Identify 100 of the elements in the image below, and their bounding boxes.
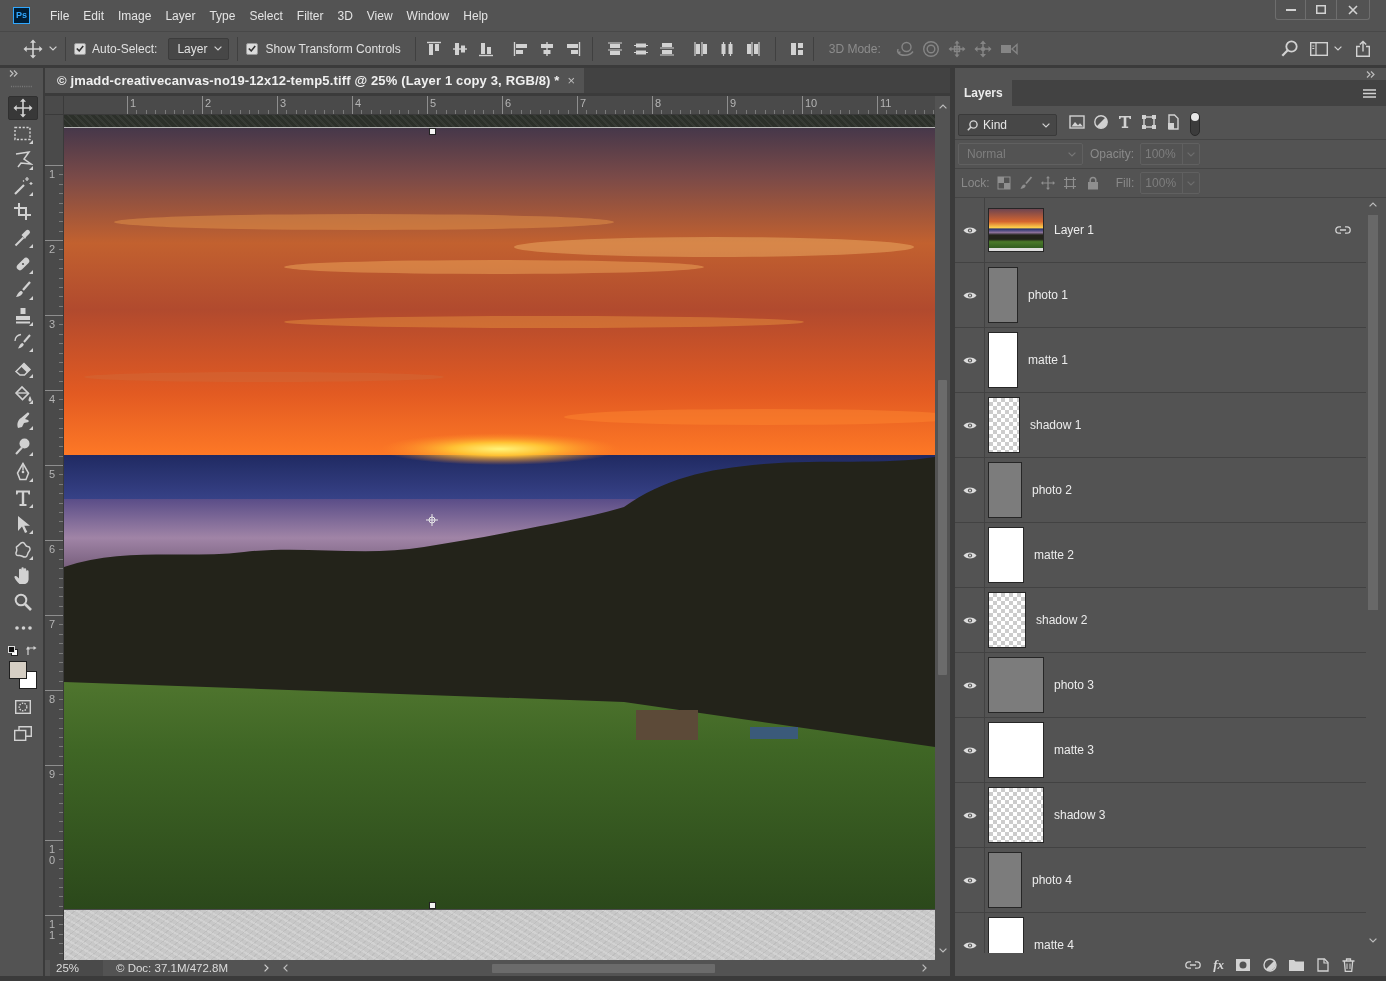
ruler-number: 1 bbox=[48, 167, 56, 180]
swap-arrows-icon[interactable] bbox=[26, 645, 37, 656]
caret-icon[interactable] bbox=[1334, 46, 1342, 51]
scrollbar-thumb[interactable] bbox=[938, 380, 947, 675]
ruler-number: 7 bbox=[579, 98, 587, 109]
share-icon[interactable] bbox=[1355, 40, 1371, 57]
quick-mask-icon[interactable] bbox=[15, 700, 31, 714]
mask-icon[interactable] bbox=[1236, 958, 1250, 971]
auto-select-target-dropdown[interactable]: Layer bbox=[168, 37, 230, 60]
type-icon[interactable] bbox=[1117, 114, 1133, 130]
menu-item[interactable]: Layer bbox=[158, 5, 203, 26]
menu-item[interactable]: 3D bbox=[330, 5, 360, 26]
caret-icon bbox=[1042, 122, 1050, 128]
distribute-bottom-icon[interactable] bbox=[658, 40, 675, 57]
auto-select-checkbox[interactable] bbox=[74, 42, 86, 55]
collapse-icon[interactable] bbox=[9, 70, 18, 77]
menu-item[interactable]: Help bbox=[456, 5, 495, 26]
chevron-up-icon[interactable] bbox=[1369, 202, 1377, 207]
eyedropper-icon bbox=[13, 228, 33, 248]
caret-icon bbox=[1187, 180, 1196, 186]
maximize-button[interactable] bbox=[1306, 0, 1337, 20]
move-tool[interactable] bbox=[8, 96, 38, 120]
layer-name: shadow 3 bbox=[1054, 808, 1106, 822]
caret-icon bbox=[1068, 151, 1076, 157]
workspace-icon[interactable] bbox=[1310, 41, 1328, 56]
new-layer-icon[interactable] bbox=[1317, 957, 1329, 972]
ruler-number: 5 bbox=[48, 467, 56, 480]
menu-item[interactable]: View bbox=[359, 5, 400, 26]
shape-icon[interactable] bbox=[1141, 114, 1157, 130]
chevron-down-icon[interactable] bbox=[1369, 938, 1377, 943]
distribute-top-icon[interactable] bbox=[606, 40, 623, 57]
ellipsis-icon bbox=[14, 626, 32, 630]
menu-item[interactable]: Filter bbox=[289, 5, 331, 26]
align-bottom-icon[interactable] bbox=[477, 40, 494, 57]
ruler-number: 2 bbox=[204, 98, 212, 109]
crop-icon bbox=[13, 202, 33, 222]
screen-mode-icon[interactable] bbox=[14, 726, 32, 741]
layer-name: matte 4 bbox=[1034, 938, 1075, 952]
scrollbar-thumb[interactable] bbox=[492, 963, 715, 973]
auto-align-icon[interactable] bbox=[788, 40, 805, 57]
layer-name: matte 3 bbox=[1054, 743, 1095, 757]
align-vertical-centers-icon[interactable] bbox=[451, 40, 468, 57]
trash-icon[interactable] bbox=[1342, 957, 1355, 972]
transform-handle[interactable] bbox=[429, 902, 436, 909]
reference-point-icon[interactable] bbox=[426, 514, 438, 526]
align-top-icon[interactable] bbox=[425, 40, 442, 57]
collapse-icon[interactable] bbox=[1366, 70, 1375, 78]
menu-item[interactable]: Window bbox=[399, 5, 457, 26]
show-transform-controls-label: Show Transform Controls bbox=[265, 41, 401, 56]
chevron-down-icon[interactable] bbox=[938, 948, 947, 953]
brush-icon bbox=[13, 280, 33, 300]
close-button[interactable] bbox=[1337, 0, 1370, 20]
maximize-icon bbox=[1316, 5, 1326, 14]
color-swatch-icon[interactable] bbox=[9, 661, 37, 689]
zoom-field[interactable]: 25% bbox=[50, 960, 103, 976]
layer-thumbnail bbox=[988, 722, 1044, 778]
menu-item[interactable]: Edit bbox=[76, 5, 112, 26]
chevron-right-icon[interactable] bbox=[922, 964, 927, 972]
close-tab-button[interactable]: × bbox=[567, 74, 576, 87]
menu-item[interactable]: File bbox=[43, 5, 77, 26]
layer-name: matte 2 bbox=[1034, 548, 1075, 562]
layer-thumbnail bbox=[988, 657, 1044, 713]
menu-item[interactable]: Image bbox=[111, 5, 159, 26]
checkmark-icon bbox=[248, 45, 257, 52]
document-icon[interactable] bbox=[1165, 114, 1181, 130]
image-icon[interactable] bbox=[1069, 114, 1085, 130]
zoom-icon bbox=[13, 592, 33, 612]
distribute-left-icon[interactable] bbox=[692, 40, 709, 57]
chevron-left-icon[interactable] bbox=[283, 964, 288, 972]
link-icon[interactable] bbox=[1185, 960, 1202, 969]
layer-name: photo 4 bbox=[1032, 873, 1073, 887]
layer-thumbnail bbox=[988, 462, 1022, 518]
menu-icon[interactable] bbox=[1363, 89, 1376, 98]
menu-item[interactable]: Type bbox=[202, 5, 243, 26]
ruler-number: 7 bbox=[48, 617, 56, 630]
search-icon[interactable] bbox=[1281, 40, 1298, 57]
align-right-icon[interactable] bbox=[564, 40, 581, 57]
folder-icon[interactable] bbox=[1289, 958, 1304, 971]
filter-toggle[interactable] bbox=[1190, 112, 1200, 136]
auto-select-label: Auto-Select: bbox=[92, 41, 158, 56]
move-icon[interactable] bbox=[23, 38, 43, 59]
minimize-button[interactable] bbox=[1275, 0, 1306, 20]
ruler-number: 5 bbox=[429, 98, 437, 109]
show-transform-controls-checkbox[interactable] bbox=[246, 42, 259, 55]
layer-thumbnail bbox=[988, 208, 1044, 252]
caret-icon[interactable] bbox=[49, 46, 57, 51]
half-circle-icon[interactable] bbox=[1093, 114, 1109, 130]
layer-thumbnail bbox=[988, 852, 1022, 908]
half-circle-icon[interactable] bbox=[1263, 957, 1277, 972]
align-horizontal-centers-icon[interactable] bbox=[538, 40, 555, 57]
align-left-icon[interactable] bbox=[512, 40, 529, 57]
stamp-icon bbox=[13, 306, 33, 326]
distribute-right-icon[interactable] bbox=[744, 40, 761, 57]
default-colors-icon[interactable] bbox=[8, 645, 18, 656]
ruler-number: 9 bbox=[729, 98, 737, 109]
document-tab[interactable]: © jmadd-creativecanvas-no19-12x12-temp5.tiff @ 25% (Layer 1 copy 3, RGB/8) * × bbox=[45, 68, 585, 93]
menu-item[interactable]: Select bbox=[242, 5, 290, 26]
chevron-right-icon[interactable] bbox=[264, 964, 269, 972]
chevron-up-icon[interactable] bbox=[938, 104, 947, 109]
transform-handle[interactable] bbox=[429, 128, 436, 135]
